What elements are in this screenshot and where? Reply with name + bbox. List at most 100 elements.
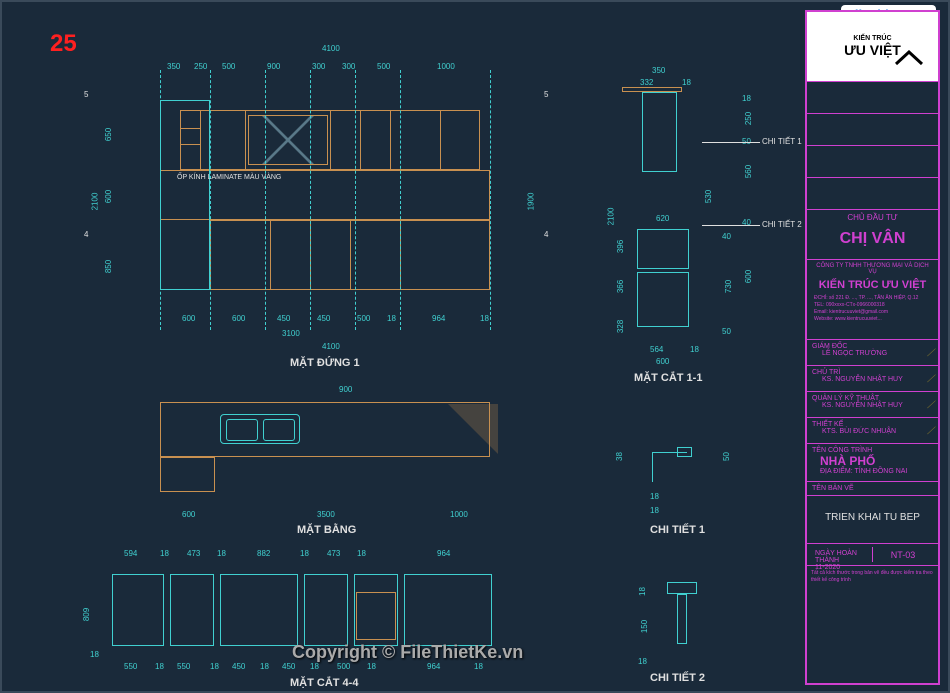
dim: 450 — [232, 662, 245, 671]
elevation-1-label: MẶT ĐỨNG 1 — [290, 357, 360, 369]
detail-1-label: CHI TIẾT 1 — [650, 524, 705, 536]
dim: 560 — [744, 165, 753, 178]
section-1-1-label: MẶT CẮT 1-1 — [634, 372, 702, 384]
dim: 18 — [650, 506, 659, 515]
footer-row: NGÀY HOÀN THÀNH 11-2020 NT-03 — [807, 544, 938, 566]
dim: 18 — [638, 587, 647, 596]
elevation-note: ỐP KÍNH LAMINATE MÀU VÀNG — [177, 174, 281, 181]
dim: 600 — [182, 510, 195, 519]
dim: 18 — [682, 78, 691, 87]
dim: 500 — [222, 62, 235, 71]
dim: 250 — [194, 62, 207, 71]
dim: 38 — [615, 452, 624, 461]
drawing-name-cell: TRIEN KHAI TU BEP — [807, 496, 938, 544]
dim: 600 — [744, 270, 753, 283]
dim: 500 — [337, 662, 350, 671]
dim: 900 — [339, 385, 352, 394]
dim: 500 — [357, 314, 370, 323]
dim: 18 — [90, 650, 99, 659]
signature-icon: ⟋ — [927, 374, 934, 385]
dim: 550 — [177, 662, 190, 671]
dim: 594 — [124, 549, 137, 558]
dim: 600 — [182, 314, 195, 323]
dim: 3500 — [317, 510, 335, 519]
dim: 50 — [722, 452, 731, 461]
section-1-1-view — [622, 87, 722, 347]
dim: 2100 — [606, 208, 615, 226]
dim: 18 — [387, 314, 396, 323]
dim: 396 — [616, 240, 625, 253]
dim: 18 — [742, 94, 751, 103]
dim: 900 — [267, 62, 280, 71]
detail-2-leader: CHI TIẾT 2 — [762, 220, 802, 229]
dim: 300 — [342, 62, 355, 71]
dim: 964 — [427, 662, 440, 671]
dim: 18 — [638, 657, 647, 666]
dim: 564 — [650, 345, 663, 354]
dim: 50 — [722, 327, 731, 336]
company-logo: KIẾN TRÚC ƯU VIỆT — [807, 12, 938, 82]
dim: 18 — [217, 549, 226, 558]
dim: 600 — [656, 357, 669, 366]
title-block: KIẾN TRÚC ƯU VIỆT CHỦ ĐẦU TƯ CHỊ VÂN CÔN… — [805, 10, 940, 685]
dim: 550 — [124, 662, 137, 671]
dim: 730 — [724, 280, 733, 293]
dim: 809 — [82, 608, 91, 621]
dim: 1000 — [437, 62, 455, 71]
dim: 450 — [282, 662, 295, 671]
company-cell: CÔNG TY TNHH THƯƠNG MẠI VÀ DỊCH VỤ KIẾN … — [807, 260, 938, 340]
drawing-canvas: 4100 350 250 500 900 300 300 500 1000 60… — [42, 22, 802, 672]
dim: 350 — [652, 66, 665, 75]
dim: 18 — [650, 492, 659, 501]
dim: 40 — [722, 232, 731, 241]
director-row: GIÁM ĐỐC LÊ NGỌC TRƯỜNG ⟋ — [807, 340, 938, 366]
dim: 473 — [187, 549, 200, 558]
dim: 3100 — [282, 329, 300, 338]
dim: 620 — [656, 214, 669, 223]
sec-mark: 5 — [544, 90, 548, 99]
dim: 850 — [104, 260, 113, 273]
dim: 1000 — [450, 510, 468, 519]
dim: 18 — [480, 314, 489, 323]
dim: 366 — [616, 280, 625, 293]
detail-2-label: CHI TIẾT 2 — [650, 672, 705, 684]
detail-1-leader: CHI TIẾT 1 — [762, 137, 802, 146]
dim: 18 — [260, 662, 269, 671]
section-4-4-label: MẶT CẮT 4-4 — [290, 677, 358, 689]
qc-row: QUẢN LÝ KỸ THUẬT KS. NGUYỄN NHẬT HUY ⟋ — [807, 392, 938, 418]
dim: 18 — [300, 549, 309, 558]
dim: 18 — [690, 345, 699, 354]
dim: 650 — [104, 128, 113, 141]
plan-label: MẶT BẰNG — [297, 524, 356, 536]
copyright-watermark: Copyright © FileThietKe.vn — [292, 642, 523, 663]
dim: 1900 — [526, 193, 535, 211]
signature-icon: ⟋ — [927, 348, 934, 359]
dim: 450 — [317, 314, 330, 323]
dim: 450 — [277, 314, 290, 323]
dim: 18 — [367, 662, 376, 671]
detail-2-view — [652, 577, 712, 657]
client-cell: CHỦ ĐẦU TƯ CHỊ VÂN — [807, 210, 938, 260]
sec-mark: 4 — [544, 230, 548, 239]
dim: 4100 — [322, 342, 340, 351]
dim: 600 — [232, 314, 245, 323]
dim: 18 — [155, 662, 164, 671]
dim: 18 — [310, 662, 319, 671]
sec-mark: 4 — [84, 230, 88, 239]
dim: 473 — [327, 549, 340, 558]
dim: 882 — [257, 549, 270, 558]
dim: 328 — [616, 320, 625, 333]
dim: 600 — [104, 190, 113, 203]
dim: 2100 — [90, 193, 99, 211]
sheet-number: NT-03 — [873, 547, 933, 562]
dim: 500 — [377, 62, 390, 71]
dim: 530 — [704, 190, 713, 203]
dim: 350 — [167, 62, 180, 71]
dim: 18 — [210, 662, 219, 671]
signature-icon: ⟋ — [927, 400, 934, 411]
dim: 150 — [640, 620, 649, 633]
dim: 300 — [312, 62, 325, 71]
dim: 964 — [437, 549, 450, 558]
detail-1-view — [632, 437, 712, 507]
designer-row: THIẾT KẾ KTS. BÙI ĐỨC NHUẬN ⟋ — [807, 418, 938, 444]
